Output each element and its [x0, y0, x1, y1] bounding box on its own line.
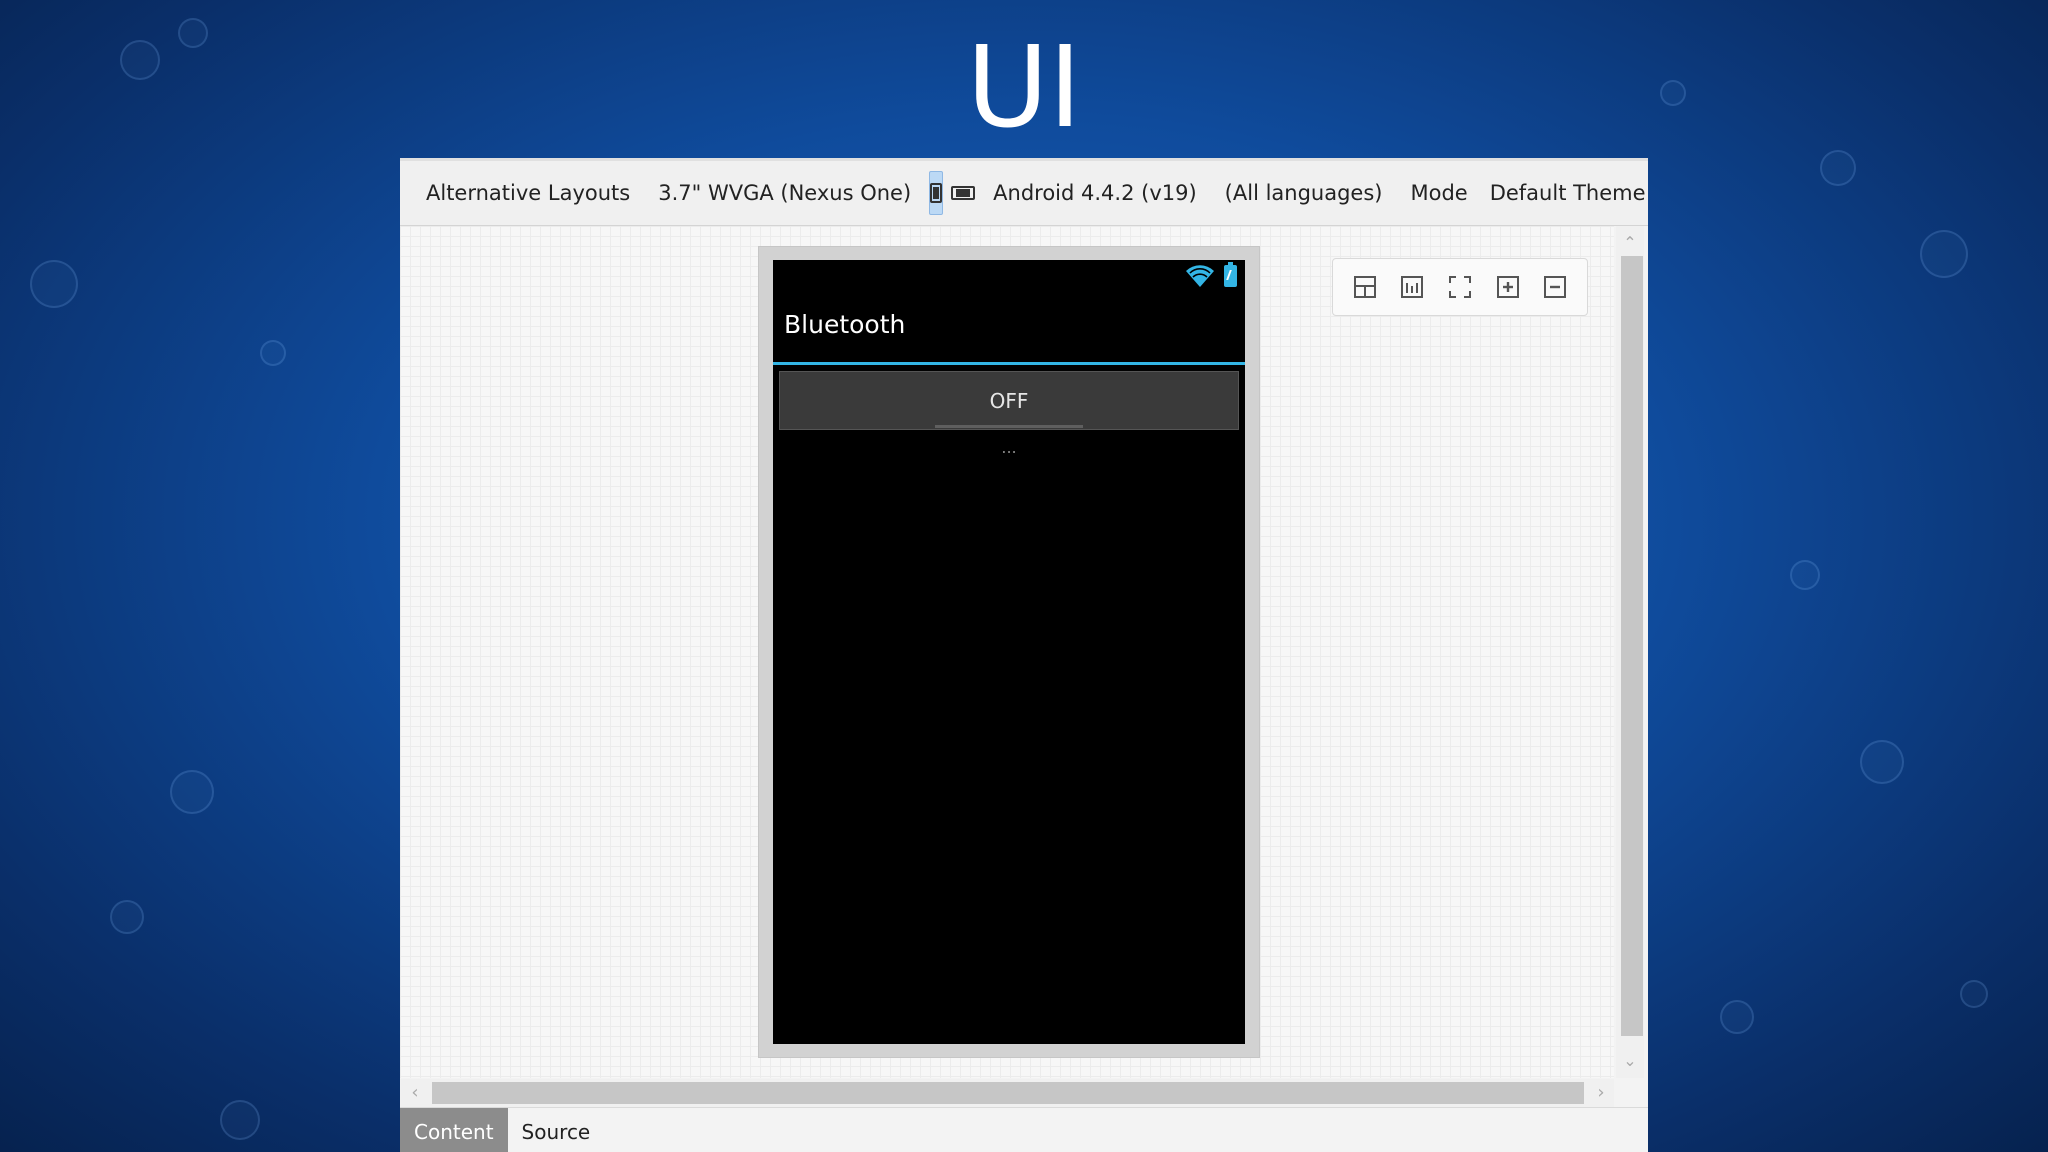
zoom-in-icon — [1496, 276, 1519, 298]
scroll-down-arrow-icon[interactable]: ⌄ — [1616, 1050, 1644, 1072]
device-frame: Bluetooth OFF ... — [758, 246, 1260, 1058]
toggle-label: OFF — [989, 388, 1029, 413]
emulate-real-size-button[interactable] — [1345, 267, 1385, 307]
vertical-scroll-thumb[interactable] — [1621, 256, 1643, 1036]
phone-screen[interactable]: Bluetooth OFF ... — [773, 260, 1245, 1044]
editor-toolbar: Alternative Layouts 3.7" WVGA (Nexus One… — [400, 161, 1648, 226]
battery-icon — [1224, 262, 1237, 287]
scroll-left-arrow-icon[interactable]: ‹ — [404, 1079, 426, 1107]
zoom-fit-button[interactable] — [1440, 267, 1480, 307]
layout-icon — [1353, 276, 1376, 298]
zoom-toolbar — [1332, 258, 1588, 316]
status-text: ... — [1001, 438, 1017, 457]
landscape-icon — [951, 186, 976, 200]
background-bokeh — [30, 260, 78, 308]
background-bokeh — [1960, 980, 1988, 1008]
tab-content[interactable]: Content — [400, 1108, 508, 1152]
background-bokeh — [1860, 740, 1904, 784]
background-bokeh — [1920, 230, 1968, 278]
android-version-selector[interactable]: Android 4.4.2 (v19) — [979, 173, 1211, 213]
mode-selector[interactable]: Mode — [1396, 173, 1481, 213]
background-bokeh — [260, 340, 286, 366]
zoom-out-button[interactable] — [1535, 267, 1575, 307]
portrait-orientation-button[interactable] — [929, 171, 944, 215]
horizontal-scroll-thumb[interactable] — [432, 1082, 1584, 1104]
language-selector[interactable]: (All languages) — [1211, 173, 1397, 213]
tab-source[interactable]: Source — [508, 1108, 605, 1152]
vertical-scrollbar[interactable]: ⌃ ⌄ — [1616, 226, 1644, 1078]
design-canvas[interactable]: Bluetooth OFF ... — [400, 226, 1614, 1078]
background-bokeh — [1720, 1000, 1754, 1034]
editor-bottom-tabs: Content Source — [400, 1107, 1648, 1152]
theme-selector[interactable]: Default Theme — [1482, 173, 1648, 213]
portrait-icon — [930, 183, 943, 203]
title-divider — [773, 362, 1245, 365]
landscape-orientation-button[interactable] — [951, 171, 976, 215]
zoom-out-icon — [1544, 276, 1567, 298]
toggle-indicator — [935, 425, 1083, 428]
horizontal-scrollbar[interactable]: ‹ › — [400, 1079, 1614, 1107]
status-bar — [773, 260, 1245, 292]
bluetooth-toggle-button[interactable]: OFF — [779, 371, 1239, 430]
scroll-up-arrow-icon[interactable]: ⌃ — [1616, 232, 1644, 254]
alternative-layouts-dropdown[interactable]: Alternative Layouts — [400, 173, 644, 213]
actual-size-icon — [1401, 276, 1424, 298]
background-bokeh — [170, 770, 214, 814]
app-title: Bluetooth — [784, 310, 906, 339]
zoom-in-button[interactable] — [1488, 267, 1528, 307]
wifi-icon — [1186, 265, 1214, 287]
slide-title: UI — [966, 23, 1082, 153]
background-bokeh — [110, 900, 144, 934]
background-bokeh — [220, 1100, 260, 1140]
device-selector[interactable]: 3.7" WVGA (Nexus One) — [644, 173, 925, 213]
scroll-right-arrow-icon[interactable]: › — [1590, 1079, 1612, 1107]
layout-editor-window: Alternative Layouts 3.7" WVGA (Nexus One… — [400, 158, 1648, 1152]
fit-screen-icon — [1448, 276, 1471, 298]
zoom-actual-size-button[interactable] — [1392, 267, 1432, 307]
background-bokeh — [1790, 560, 1820, 590]
